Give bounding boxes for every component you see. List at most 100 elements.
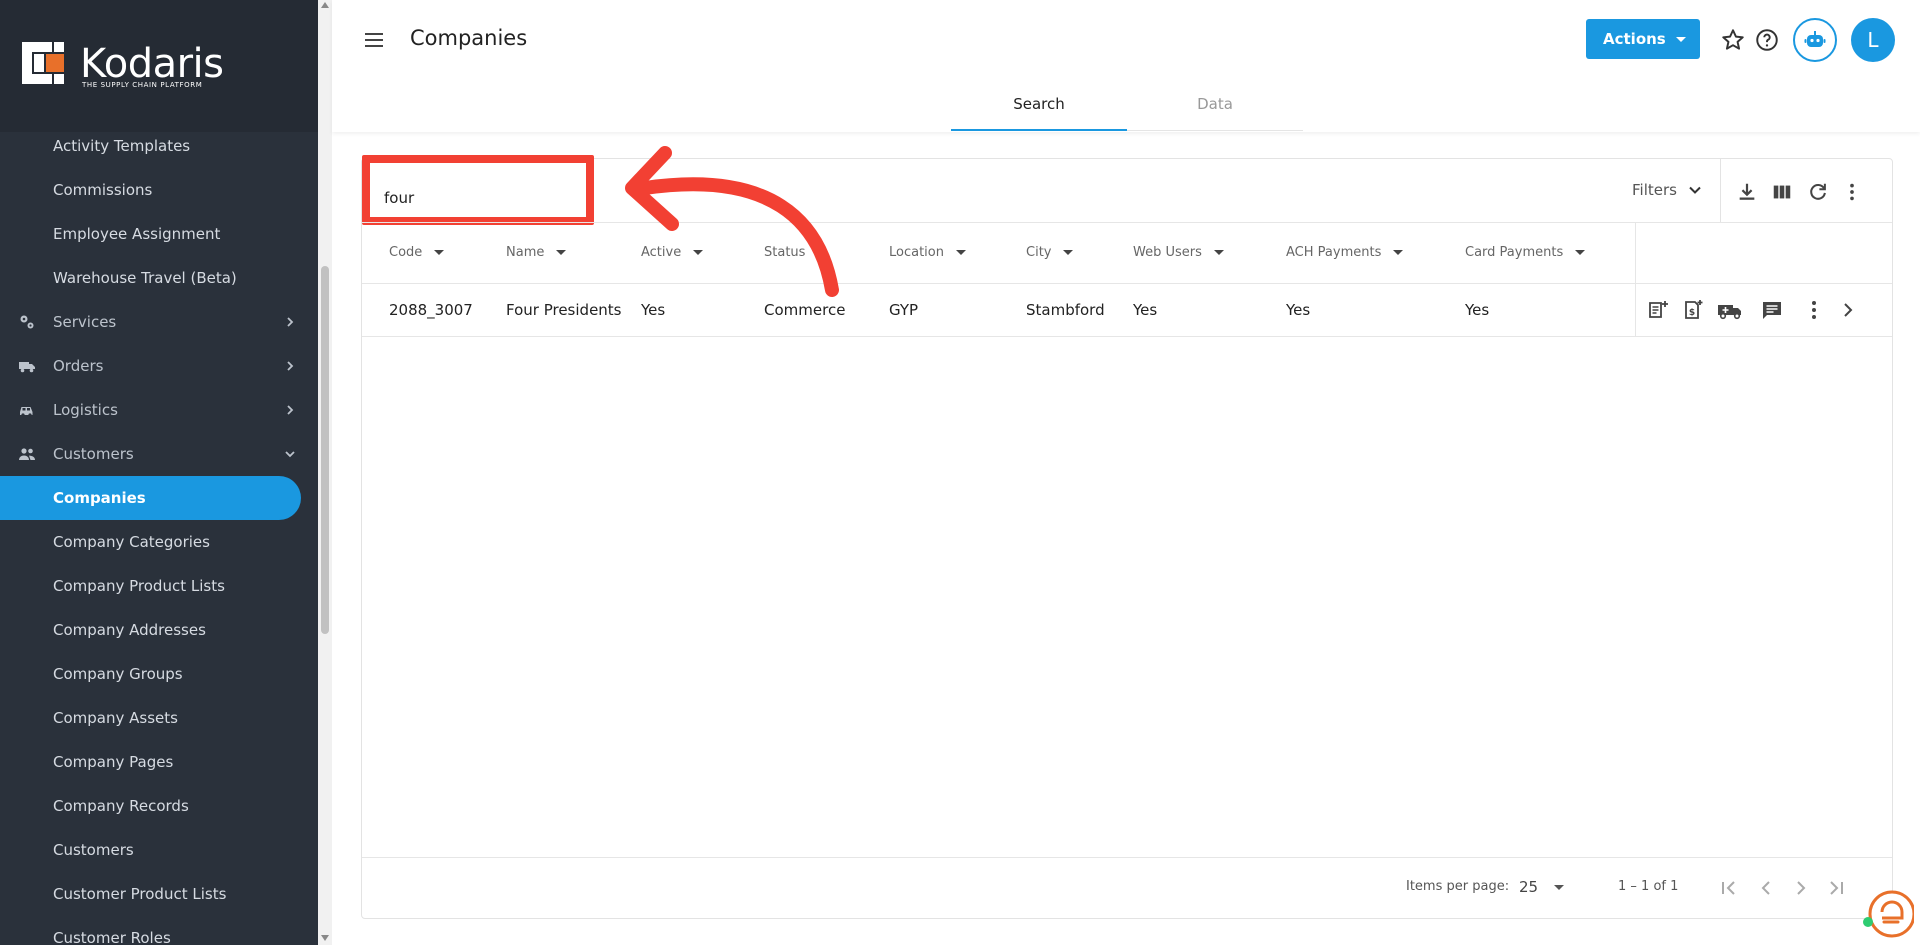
logo[interactable]: Kodaris THE SUPPLY CHAIN PLATFORM — [0, 0, 318, 132]
sidebar-item-label: Company Categories — [53, 533, 210, 551]
column-header-location[interactable]: Location — [889, 245, 966, 260]
column-header-city[interactable]: City — [1026, 245, 1074, 260]
scroll-down-arrow-icon[interactable] — [321, 935, 329, 941]
sidebar-item-warehouse-travel-beta[interactable]: Warehouse Travel (Beta) — [0, 256, 318, 300]
car-icon — [18, 401, 36, 419]
column-header-web-users[interactable]: Web Users — [1133, 245, 1224, 260]
sidebar-item-company-addresses[interactable]: Company Addresses — [0, 608, 318, 652]
sidebar-item-customer-product-lists[interactable]: Customer Product Lists — [0, 872, 318, 916]
sidebar-item-label: Activity Templates — [53, 137, 191, 155]
help-icon[interactable] — [1754, 27, 1780, 53]
column-header-active[interactable]: Active — [641, 245, 704, 260]
truck-add-icon[interactable] — [1716, 298, 1744, 322]
comment-icon[interactable] — [1760, 298, 1784, 322]
actions-button[interactable]: Actions — [1586, 19, 1700, 59]
chat-widget-icon[interactable] — [1862, 888, 1914, 940]
sidebar-item-label: Customers — [53, 445, 134, 463]
chevron-right-icon — [282, 314, 298, 330]
brand-tagline: THE SUPPLY CHAIN PLATFORM — [82, 81, 203, 89]
sidebar: Kodaris THE SUPPLY CHAIN PLATFORM Activi… — [0, 0, 318, 945]
table-header: Code Name Active Status Location City Web User… — [362, 222, 1892, 284]
row-more-vertical-icon[interactable] — [1802, 298, 1826, 322]
previous-page-icon[interactable] — [1752, 874, 1780, 902]
column-header-label: Location — [889, 245, 944, 260]
table-row[interactable]: 2088_3007 Four Presidents Yes Commerce GYP St… — [362, 284, 1892, 337]
download-icon[interactable] — [1736, 181, 1758, 203]
sidebar-item-label: Customer Roles — [53, 929, 171, 945]
sidebar-item-customers[interactable]: Customers — [0, 828, 318, 872]
page-title: Companies — [410, 26, 528, 50]
user-avatar[interactable]: L — [1851, 18, 1895, 62]
sidebar-item-company-product-lists[interactable]: Company Product Lists — [0, 564, 318, 608]
add-note-icon[interactable] — [1646, 298, 1670, 322]
sidebar-item-customers[interactable]: Customers — [0, 432, 318, 476]
column-header-label: Name — [506, 245, 545, 260]
sidebar-item-companies[interactable]: Companies — [0, 476, 301, 520]
sidebar-item-services[interactable]: Services — [0, 300, 318, 344]
chevron-down-icon — [282, 446, 298, 462]
filters-dropdown[interactable]: Filters — [1632, 181, 1703, 199]
cell-name: Four Presidents — [506, 301, 622, 319]
refresh-icon[interactable] — [1807, 181, 1829, 203]
scroll-up-arrow-icon[interactable] — [321, 2, 329, 8]
truck-icon — [18, 357, 36, 375]
column-header-label: Active — [641, 245, 682, 260]
column-header-label: City — [1026, 245, 1052, 260]
items-per-page-select[interactable]: 25 — [1519, 878, 1565, 896]
tab-data[interactable]: Data — [1127, 85, 1303, 130]
column-header-code[interactable]: Code — [389, 245, 445, 260]
sidebar-item-company-assets[interactable]: Company Assets — [0, 696, 318, 740]
sort-caret-icon — [556, 250, 567, 255]
cell-status: Commerce — [764, 301, 846, 319]
robot-icon — [1804, 31, 1826, 47]
more-vertical-icon[interactable] — [1841, 181, 1863, 203]
chevron-right-icon[interactable] — [1836, 298, 1860, 322]
sidebar-item-activity-templates[interactable]: Activity Templates — [0, 124, 318, 168]
chevron-right-icon — [282, 402, 298, 418]
sidebar-item-commissions[interactable]: Commissions — [0, 168, 318, 212]
sidebar-item-logistics[interactable]: Logistics — [0, 388, 318, 432]
sidebar-item-company-groups[interactable]: Company Groups — [0, 652, 318, 696]
assistant-bot-button[interactable] — [1793, 18, 1837, 62]
column-header-name[interactable]: Name — [506, 245, 567, 260]
kodaris-logo-icon — [22, 42, 64, 84]
sidebar-item-label: Orders — [53, 357, 104, 375]
tab-search[interactable]: Search — [951, 85, 1127, 131]
sidebar-item-company-categories[interactable]: Company Categories — [0, 520, 318, 564]
cell-city: Stambford — [1026, 301, 1105, 319]
column-header-status[interactable]: Status — [764, 245, 828, 260]
brand-name: Kodaris — [80, 41, 224, 87]
sidebar-scroll-thumb[interactable] — [321, 266, 329, 634]
first-page-icon[interactable] — [1715, 874, 1743, 902]
sidebar-item-company-records[interactable]: Company Records — [0, 784, 318, 828]
sort-caret-icon — [1393, 250, 1404, 255]
cell-active: Yes — [641, 301, 666, 319]
search-input[interactable] — [384, 183, 644, 213]
last-page-icon[interactable] — [1822, 874, 1850, 902]
columns-icon[interactable] — [1771, 181, 1793, 203]
column-header-ach-payments[interactable]: ACH Payments — [1286, 245, 1404, 260]
next-page-icon[interactable] — [1787, 874, 1815, 902]
column-header-label: ACH Payments — [1286, 245, 1382, 260]
sidebar-item-company-pages[interactable]: Company Pages — [0, 740, 318, 784]
star-icon[interactable] — [1720, 27, 1746, 53]
sidebar-item-label: Logistics — [53, 401, 118, 419]
gears-icon — [18, 313, 36, 331]
column-header-label: Card Payments — [1465, 245, 1564, 260]
sidebar-item-label: Customer Product Lists — [53, 885, 227, 903]
hamburger-menu-icon[interactable] — [362, 28, 386, 52]
svg-text:$: $ — [1689, 308, 1695, 318]
cell-ach-payments: Yes — [1286, 301, 1311, 319]
column-header-card-payments[interactable]: Card Payments — [1465, 245, 1586, 260]
sort-caret-icon — [693, 250, 704, 255]
sidebar-item-employee-assignment[interactable]: Employee Assignment — [0, 212, 318, 256]
sidebar-item-orders[interactable]: Orders — [0, 344, 318, 388]
sidebar-item-label: Customers — [53, 841, 134, 859]
cell-card-payments: Yes — [1465, 301, 1490, 319]
sort-caret-icon — [1063, 250, 1074, 255]
sidebar-nav: Activity Templates Commissions Employee As… — [0, 124, 318, 945]
cell-code: 2088_3007 — [389, 301, 473, 319]
sidebar-item-customer-roles[interactable]: Customer Roles — [0, 916, 318, 945]
add-payment-icon[interactable]: $ — [1681, 298, 1705, 322]
sidebar-item-label: Services — [53, 313, 117, 331]
